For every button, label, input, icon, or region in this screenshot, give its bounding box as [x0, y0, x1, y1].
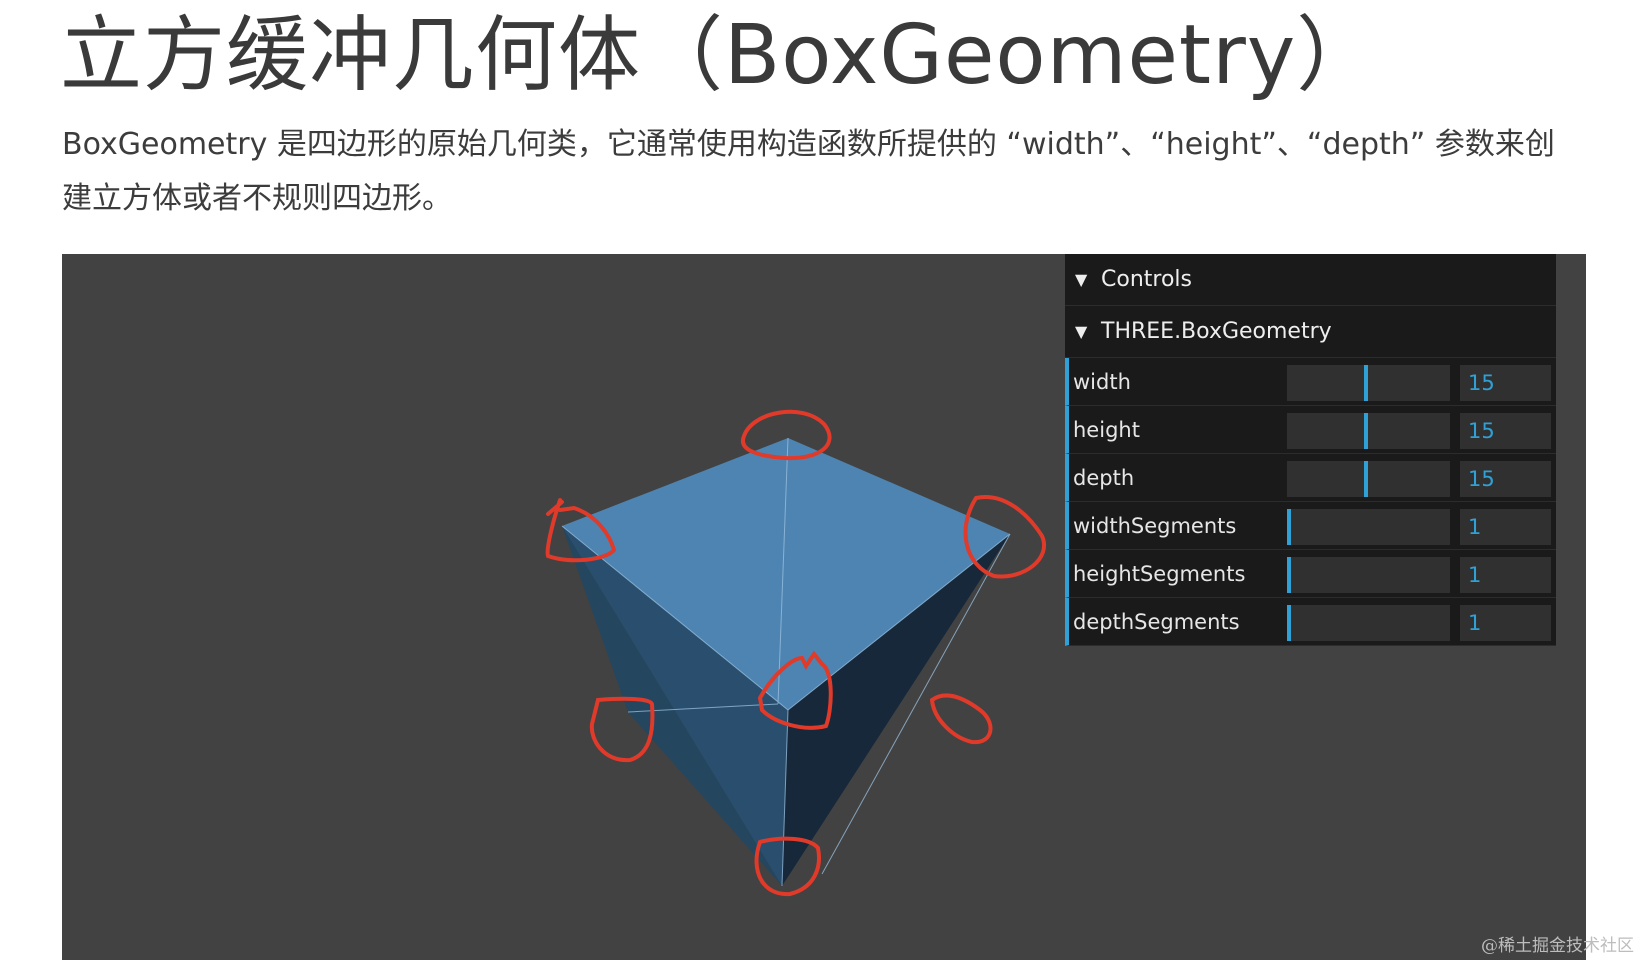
depth-slider[interactable] — [1287, 461, 1450, 497]
slider-thumb[interactable] — [1287, 605, 1291, 641]
slider-thumb[interactable] — [1364, 413, 1368, 449]
controls-title: Controls — [1101, 267, 1192, 292]
widthsegments-slider[interactable] — [1287, 509, 1450, 545]
param-label: depthSegments — [1073, 610, 1240, 634]
depth-value-input[interactable]: 15 — [1460, 461, 1551, 497]
controls-header[interactable]: ▼ Controls — [1065, 254, 1556, 306]
width-slider[interactable] — [1287, 365, 1450, 401]
param-label: width — [1073, 370, 1131, 394]
page-title: 立方缓冲几何体（BoxGeometry） — [60, 8, 1380, 103]
chevron-down-icon: ▼ — [1075, 270, 1088, 289]
param-row-heightsegments: heightSegments 1 — [1065, 550, 1556, 598]
3d-viewport[interactable]: ▼ Controls ▼ THREE.BoxGeometry width 15 he… — [62, 254, 1586, 960]
param-row-height: height 15 — [1065, 406, 1556, 454]
heightsegments-value-input[interactable]: 1 — [1460, 557, 1551, 593]
param-label: widthSegments — [1073, 514, 1237, 538]
param-row-depthsegments: depthSegments 1 — [1065, 598, 1556, 646]
param-row-widthsegments: widthSegments 1 — [1065, 502, 1556, 550]
widthsegments-value-input[interactable]: 1 — [1460, 509, 1551, 545]
width-value-input[interactable]: 15 — [1460, 365, 1551, 401]
controls-panel: ▼ Controls ▼ THREE.BoxGeometry width 15 he… — [1065, 254, 1556, 646]
slider-thumb[interactable] — [1287, 509, 1291, 545]
depthsegments-value-input[interactable]: 1 — [1460, 605, 1551, 641]
param-row-depth: depth 15 — [1065, 454, 1556, 502]
depthsegments-slider[interactable] — [1287, 605, 1450, 641]
param-row-width: width 15 — [1065, 358, 1556, 406]
folder-title: THREE.BoxGeometry — [1101, 319, 1332, 344]
annotation-bottom-right — [929, 693, 993, 745]
height-value-input[interactable]: 15 — [1460, 413, 1551, 449]
heightsegments-slider[interactable] — [1287, 557, 1450, 593]
param-label: depth — [1073, 466, 1135, 490]
page-description: BoxGeometry 是四边形的原始几何类，它通常使用构造函数所提供的 “wi… — [62, 127, 1555, 216]
slider-thumb[interactable] — [1364, 461, 1368, 497]
param-list: width 15 height 15 depth 15 widthSegments 1 heig… — [1065, 358, 1556, 646]
watermark: @稀土掘金技术社区 — [1481, 936, 1634, 956]
slider-thumb[interactable] — [1364, 365, 1368, 401]
chevron-down-icon: ▼ — [1075, 322, 1088, 341]
param-label: heightSegments — [1073, 562, 1246, 586]
slider-thumb[interactable] — [1287, 557, 1291, 593]
height-slider[interactable] — [1287, 413, 1450, 449]
param-label: height — [1073, 418, 1140, 442]
folder-header[interactable]: ▼ THREE.BoxGeometry — [1065, 306, 1556, 358]
